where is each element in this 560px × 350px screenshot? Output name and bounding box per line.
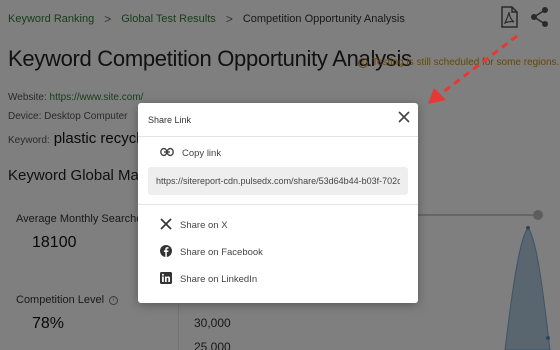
x-icon xyxy=(160,218,172,233)
share-on-x-label: Share on X xyxy=(180,220,228,231)
link-icon xyxy=(160,147,174,160)
share-link-dialog: Share Link Copy link Share on X xyxy=(138,103,418,303)
dialog-divider xyxy=(138,204,418,205)
close-icon[interactable] xyxy=(396,109,412,125)
share-on-linkedin-button[interactable]: Share on LinkedIn xyxy=(160,272,257,287)
dialog-divider xyxy=(138,136,418,137)
copy-link-button[interactable]: Copy link xyxy=(160,147,221,160)
copy-link-label: Copy link xyxy=(182,148,222,159)
linkedin-icon xyxy=(160,272,172,287)
share-on-linkedin-label: Share on LinkedIn xyxy=(180,274,258,285)
share-link-field[interactable] xyxy=(148,167,408,195)
facebook-icon xyxy=(160,245,172,260)
dialog-title: Share Link xyxy=(148,115,192,125)
share-on-facebook-button[interactable]: Share on Facebook xyxy=(160,245,263,260)
share-on-x-button[interactable]: Share on X xyxy=(160,218,228,233)
share-on-facebook-label: Share on Facebook xyxy=(180,247,263,258)
share-link-input[interactable] xyxy=(148,167,408,195)
